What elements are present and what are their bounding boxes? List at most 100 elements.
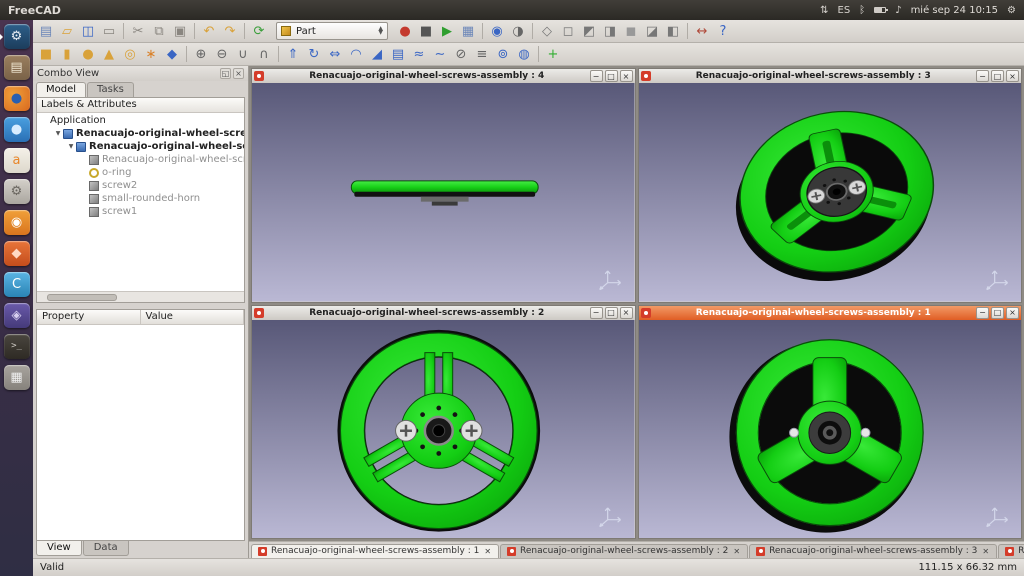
part-cone-icon[interactable]: ▲ <box>99 45 119 64</box>
window-titlebar[interactable]: Renacuajo-original-wheel-screws-assembly… <box>639 306 1022 320</box>
extrude-icon[interactable]: ⇑ <box>283 45 303 64</box>
part-torus-icon[interactable]: ◎ <box>120 45 140 64</box>
tree-item-wheel-final[interactable]: Renacuajo-original-wheel-screws-final <box>37 153 244 166</box>
launcher-item-terminal[interactable]: >_ <box>2 333 32 360</box>
bluetooth-icon[interactable]: ᛒ <box>859 5 865 16</box>
window-tab-4[interactable]: Renacuajo-original-wheel-screws-assembly <box>998 544 1024 558</box>
part-cylinder-icon[interactable]: ▮ <box>57 45 77 64</box>
part-primitives-icon[interactable]: ∗ <box>141 45 161 64</box>
document-open-icon[interactable]: ▱ <box>57 22 77 41</box>
tab-tasks[interactable]: Tasks <box>87 82 134 97</box>
fillet-icon[interactable]: ◠ <box>346 45 366 64</box>
tab-close-icon[interactable]: ✕ <box>483 547 492 556</box>
3d-viewport[interactable] <box>252 320 635 539</box>
launcher-item-system-settings[interactable]: ⚙ <box>2 178 32 205</box>
clock[interactable]: mié sep 24 10:15 <box>911 5 998 16</box>
document-save-icon[interactable]: ◫ <box>78 22 98 41</box>
view-front-icon[interactable]: ◻ <box>558 22 578 41</box>
launcher-item-files[interactable]: ▤ <box>2 54 32 81</box>
tab-model[interactable]: Model <box>36 82 86 97</box>
window-tab-3[interactable]: Renacuajo-original-wheel-screws-assembly… <box>749 544 997 558</box>
thickness-icon[interactable]: ◍ <box>514 45 534 64</box>
property-column-header[interactable]: Property <box>37 310 141 324</box>
window-titlebar[interactable]: Renacuajo-original-wheel-screws-assembly… <box>252 306 635 320</box>
print-icon[interactable]: ▭ <box>99 22 119 41</box>
wheel-perspective-view[interactable] <box>639 83 1022 302</box>
tree-item-o-ring[interactable]: o-ring <box>37 166 244 179</box>
3d-view-window-2[interactable]: Renacuajo-original-wheel-screws-assembly… <box>251 305 636 540</box>
offset-icon[interactable]: ⊚ <box>493 45 513 64</box>
launcher-item-amazon[interactable]: a <box>2 147 32 174</box>
undo-icon[interactable]: ↶ <box>199 22 219 41</box>
launcher-item-freecad[interactable]: ⚙ <box>2 23 32 50</box>
boolean-icon[interactable]: ⊕ <box>191 45 211 64</box>
tree-expander-icon[interactable]: ▼ <box>53 130 63 137</box>
close-button[interactable]: × <box>1006 307 1019 319</box>
macro-record-icon[interactable]: ● <box>395 22 415 41</box>
sweep-icon[interactable]: ∼ <box>430 45 450 64</box>
tree-expander-icon[interactable]: ▼ <box>66 143 76 150</box>
tree-item-screw1[interactable]: screw1 <box>37 205 244 218</box>
session-gear-icon[interactable]: ⚙ <box>1007 5 1016 16</box>
mirror-icon[interactable]: ⇔ <box>325 45 345 64</box>
restore-button[interactable]: □ <box>991 307 1004 319</box>
wheel-back-view[interactable] <box>639 320 1022 539</box>
3d-view-window-4[interactable]: Renacuajo-original-wheel-screws-assembly… <box>251 68 636 303</box>
paste-icon[interactable]: ▣ <box>170 22 190 41</box>
tree-horizontal-scrollbar[interactable] <box>37 291 244 302</box>
macro-stop-icon[interactable]: ■ <box>416 22 436 41</box>
launcher-item-software-center[interactable]: ◆ <box>2 240 32 267</box>
3d-viewport[interactable] <box>639 320 1022 539</box>
window-tab-2[interactable]: Renacuajo-original-wheel-screws-assembly… <box>500 544 748 558</box>
battery-icon[interactable] <box>874 7 886 13</box>
tree-item-small-rounded-horn[interactable]: small-rounded-horn <box>37 192 244 205</box>
boolean-cut-icon[interactable]: ⊖ <box>212 45 232 64</box>
3d-viewport[interactable] <box>252 83 635 302</box>
macro-play-icon[interactable]: ▶ <box>437 22 457 41</box>
restore-button[interactable]: □ <box>605 307 618 319</box>
close-button[interactable]: × <box>620 70 633 82</box>
3d-view-window-3[interactable]: Renacuajo-original-wheel-screws-assembly… <box>638 68 1023 303</box>
3d-viewport[interactable] <box>639 83 1022 302</box>
section-icon[interactable]: ⊘ <box>451 45 471 64</box>
launcher-item-workspace-switcher[interactable]: ▦ <box>2 364 32 391</box>
revolve-icon[interactable]: ↻ <box>304 45 324 64</box>
3d-view-window-1[interactable]: Renacuajo-original-wheel-screws-assembly… <box>638 305 1023 540</box>
minimize-button[interactable]: − <box>976 70 989 82</box>
minimize-button[interactable]: − <box>590 307 603 319</box>
draw-style-icon[interactable]: ◑ <box>508 22 528 41</box>
cross-sections-icon[interactable]: ≡ <box>472 45 492 64</box>
shape-builder-icon[interactable]: ◆ <box>162 45 182 64</box>
part-sphere-icon[interactable]: ● <box>78 45 98 64</box>
redo-icon[interactable]: ↷ <box>220 22 240 41</box>
restore-button[interactable]: □ <box>991 70 1004 82</box>
fit-all-icon[interactable]: ◉ <box>487 22 507 41</box>
tab-close-icon[interactable]: ✕ <box>732 547 741 556</box>
add-datum-icon[interactable]: + <box>543 45 563 64</box>
boolean-union-icon[interactable]: ∪ <box>233 45 253 64</box>
refresh-icon[interactable]: ⟳ <box>249 22 269 41</box>
measure-distance-icon[interactable]: ↔ <box>692 22 712 41</box>
float-panel-icon[interactable]: ◱ <box>220 68 231 79</box>
workbench-selector[interactable]: Part ▲▼ <box>276 22 388 40</box>
combo-view-titlebar[interactable]: Combo View ◱ × <box>33 66 248 81</box>
view-rear-icon[interactable]: ◼ <box>621 22 641 41</box>
tree-item-assembly-fin[interactable]: ▼Renacuajo-original-wheel-screws-assembl… <box>37 140 244 153</box>
minimize-button[interactable]: − <box>590 70 603 82</box>
copy-icon[interactable]: ⧉ <box>149 22 169 41</box>
tree-item-assembly[interactable]: ▼Renacuajo-original-wheel-screws-assembl… <box>37 127 244 140</box>
macro-edit-icon[interactable]: ▦ <box>458 22 478 41</box>
scrollbar-thumb[interactable] <box>47 294 117 301</box>
tab-data[interactable]: Data <box>83 541 129 556</box>
launcher-item-firefox[interactable]: ● <box>2 85 32 112</box>
network-icon[interactable]: ⇅ <box>820 5 828 16</box>
launcher-item-web-browser[interactable]: ● <box>2 116 32 143</box>
wheel-front-view[interactable] <box>252 320 635 539</box>
view-left-icon[interactable]: ◧ <box>663 22 683 41</box>
view-axonometric-icon[interactable]: ◇ <box>537 22 557 41</box>
restore-button[interactable]: □ <box>605 70 618 82</box>
tab-view[interactable]: View <box>36 541 82 556</box>
view-right-icon[interactable]: ◨ <box>600 22 620 41</box>
close-button[interactable]: × <box>620 307 633 319</box>
cut-icon[interactable]: ✂ <box>128 22 148 41</box>
